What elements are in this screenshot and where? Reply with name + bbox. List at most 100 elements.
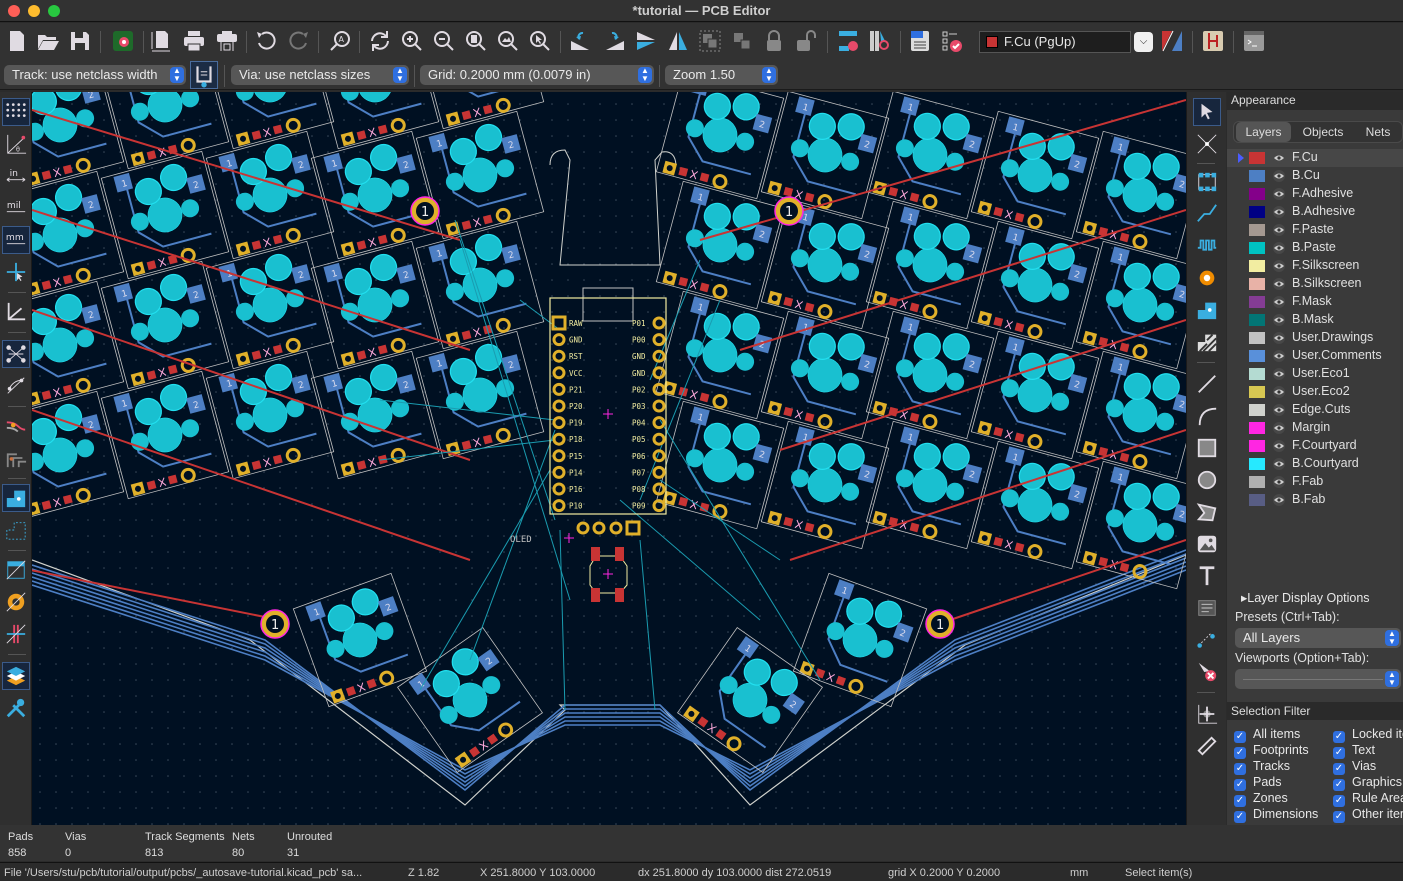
eye-icon[interactable] xyxy=(1272,331,1286,345)
layer-color-swatch[interactable] xyxy=(1249,368,1265,380)
mounting-hole[interactable]: 1 xyxy=(774,196,804,226)
layer-row[interactable]: F.Paste xyxy=(1227,221,1403,239)
eye-icon[interactable] xyxy=(1272,187,1286,201)
eye-icon[interactable] xyxy=(1272,169,1286,183)
eye-icon[interactable] xyxy=(1272,367,1286,381)
pcb-drawing[interactable]: 1212121212121212121212121212121212121212… xyxy=(32,92,1186,825)
layer-row[interactable]: F.Fab xyxy=(1227,473,1403,491)
route-track-tool[interactable] xyxy=(1193,200,1221,228)
layer-color-swatch[interactable] xyxy=(1249,494,1265,506)
eye-icon[interactable] xyxy=(1272,385,1286,399)
layer-color-swatch[interactable] xyxy=(1249,260,1265,272)
full-crosshair-button[interactable] xyxy=(2,258,30,286)
eye-icon[interactable] xyxy=(1272,241,1286,255)
layer-color-swatch[interactable] xyxy=(1249,458,1265,470)
group-button[interactable] xyxy=(696,26,724,56)
grid-toggle-button[interactable] xyxy=(2,98,30,126)
tune-length-tool[interactable] xyxy=(1193,232,1221,260)
eye-icon[interactable] xyxy=(1272,295,1286,309)
tab-layers[interactable]: Layers xyxy=(1236,122,1291,142)
selection-filter-checkbox[interactable]: ✓Other items xyxy=(1333,807,1403,823)
layer-color-swatch[interactable] xyxy=(1249,386,1265,398)
pcb-canvas[interactable]: 1212121212121212121212121212121212121212… xyxy=(32,92,1186,825)
add-footprint-tool[interactable] xyxy=(1193,168,1221,196)
flip-button[interactable] xyxy=(632,26,660,56)
layer-row[interactable]: User.Eco2 xyxy=(1227,383,1403,401)
eye-icon[interactable] xyxy=(1272,439,1286,453)
units-inches-button[interactable]: in xyxy=(2,162,30,190)
track-outline-toggle[interactable] xyxy=(2,620,30,648)
net-highlight-toggle[interactable] xyxy=(2,412,30,440)
redo-button[interactable] xyxy=(285,26,313,56)
eye-icon[interactable] xyxy=(1272,151,1286,165)
rotate-cw-button[interactable] xyxy=(600,26,628,56)
selection-filter-checkbox[interactable]: ✓ All items xyxy=(1234,727,1300,743)
add-image-tool[interactable] xyxy=(1193,530,1221,558)
selection-filter-checkbox[interactable]: ✓Rule Areas xyxy=(1333,791,1403,807)
layer-color-swatch[interactable] xyxy=(1249,170,1265,182)
layer-color-swatch[interactable] xyxy=(1249,476,1265,488)
ungroup-button[interactable] xyxy=(728,26,756,56)
layer-row[interactable]: User.Eco1 xyxy=(1227,365,1403,383)
zoom-objects-button[interactable] xyxy=(494,26,522,56)
layer-display-options-toggle[interactable]: ▸Layer Display Options xyxy=(1241,590,1370,605)
zoom-selection-button[interactable] xyxy=(526,26,554,56)
mirror-button[interactable] xyxy=(664,26,692,56)
eye-icon[interactable] xyxy=(1272,313,1286,327)
eye-icon[interactable] xyxy=(1272,493,1286,507)
rotate-ccw-button[interactable] xyxy=(567,26,595,56)
auto-track-width-toggle[interactable] xyxy=(190,61,218,89)
layer-row[interactable]: B.Cu xyxy=(1227,167,1403,185)
draw-arc-tool[interactable] xyxy=(1193,402,1221,430)
selection-filter-checkbox[interactable]: ✓ Zones xyxy=(1234,791,1288,807)
selection-filter-checkbox[interactable]: ✓ Dimensions xyxy=(1234,807,1318,823)
eye-icon[interactable] xyxy=(1272,475,1286,489)
eye-icon[interactable] xyxy=(1272,403,1286,417)
grid-origin-button[interactable] xyxy=(2,298,30,326)
layer-row[interactable]: Edge.Cuts xyxy=(1227,401,1403,419)
layer-color-swatch[interactable] xyxy=(1249,188,1265,200)
layer-row[interactable]: User.Comments xyxy=(1227,347,1403,365)
layer-row[interactable]: F.Courtyard xyxy=(1227,437,1403,455)
zoom-select[interactable]: Zoom 1.50 ▲ ▼ xyxy=(665,65,778,85)
board-setup-button[interactable] xyxy=(109,26,137,56)
layer-row[interactable]: F.Silkscreen xyxy=(1227,257,1403,275)
via-outline-toggle[interactable] xyxy=(2,588,30,616)
layer-color-swatch[interactable] xyxy=(1249,296,1265,308)
tools-button[interactable] xyxy=(2,694,30,722)
layer-row[interactable]: User.Drawings xyxy=(1227,329,1403,347)
unlock-button[interactable] xyxy=(792,26,820,56)
add-textbox-tool[interactable] xyxy=(1193,594,1221,622)
selection-filter-checkbox[interactable]: ✓ Graphics xyxy=(1333,775,1403,791)
layer-pair-button[interactable] xyxy=(1158,26,1186,56)
via-size-select[interactable]: Via: use netclass sizes ▲ ▼ xyxy=(231,65,409,85)
eye-icon[interactable] xyxy=(1272,223,1286,237)
pad-fill-toggle[interactable] xyxy=(2,484,30,512)
layer-row[interactable]: F.Mask xyxy=(1227,293,1403,311)
plot-button[interactable] xyxy=(213,26,241,56)
eye-icon[interactable] xyxy=(1272,259,1286,273)
pad-clearance-toggle[interactable] xyxy=(2,444,30,472)
layer-color-swatch[interactable] xyxy=(1249,350,1265,362)
viewports-select[interactable]: ▲ ▼ xyxy=(1235,669,1401,689)
undo-button[interactable] xyxy=(252,26,280,56)
layer-row[interactable]: Margin xyxy=(1227,419,1403,437)
print-button[interactable] xyxy=(180,26,208,56)
active-layer-select[interactable]: F.Cu (PgUp) xyxy=(979,31,1131,53)
draw-rectangle-tool[interactable] xyxy=(1193,434,1221,462)
delete-tool[interactable] xyxy=(1193,658,1221,686)
add-zone-tool[interactable] xyxy=(1193,296,1221,324)
mounting-hole[interactable]: 1 xyxy=(925,609,955,639)
eye-icon[interactable] xyxy=(1272,457,1286,471)
high-contrast-toggle[interactable] xyxy=(2,662,30,690)
find-button[interactable]: A xyxy=(326,26,354,56)
grid-select[interactable]: Grid: 0.2000 mm (0.0079 in) ▲ ▼ xyxy=(420,65,654,85)
selection-filter-checkbox[interactable]: ✓Locked items xyxy=(1333,727,1403,743)
measure-tool[interactable] xyxy=(1193,732,1221,760)
select-tool[interactable] xyxy=(1193,98,1221,126)
redraw-button[interactable] xyxy=(366,26,394,56)
eye-icon[interactable] xyxy=(1272,349,1286,363)
layer-color-swatch[interactable] xyxy=(1249,314,1265,326)
layer-color-swatch[interactable] xyxy=(1249,242,1265,254)
layer-color-swatch[interactable] xyxy=(1249,422,1265,434)
